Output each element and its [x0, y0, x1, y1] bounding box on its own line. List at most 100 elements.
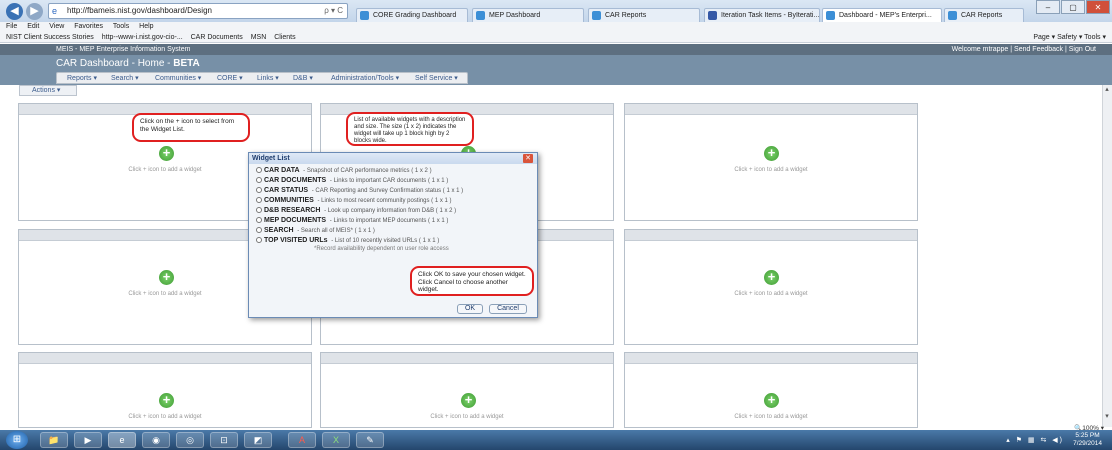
tab-icon: [826, 11, 835, 20]
forward-button[interactable]: ▶: [26, 3, 43, 20]
tab-car-reports[interactable]: CAR Reports: [588, 8, 700, 22]
media-player-icon[interactable]: ▶: [74, 432, 102, 448]
callout-plus-help: Click on the + icon to select from the W…: [132, 113, 250, 142]
radio-button[interactable]: [256, 237, 262, 243]
outlook-icon[interactable]: ◩: [244, 432, 272, 448]
widget-option-car-documents[interactable]: CAR DOCUMENTS - Links to important CAR d…: [256, 176, 448, 186]
user-links[interactable]: Welcome mtrappe | Send Feedback | Sign O…: [952, 44, 1096, 55]
internet-explorer-icon[interactable]: e: [108, 432, 136, 448]
tab-icon: [476, 11, 485, 20]
nav-dnb[interactable]: D&B ▾: [293, 73, 313, 84]
widget-option-car-status[interactable]: CAR STATUS - CAR Reporting and Survey Co…: [256, 186, 463, 196]
add-widget-icon[interactable]: +: [764, 146, 779, 161]
nav-communities[interactable]: Communities ▾: [155, 73, 201, 84]
menu-help[interactable]: Help: [139, 23, 153, 30]
actions-dropdown[interactable]: Actions ▾: [19, 85, 77, 96]
nav-admin-tools[interactable]: Administration/Tools ▾: [331, 73, 399, 84]
scroll-up-icon[interactable]: ▴: [1103, 86, 1111, 94]
widget-option-communities[interactable]: COMMUNITIES - Links to most recent commu…: [256, 196, 452, 206]
excel-icon[interactable]: X: [322, 432, 350, 448]
favorite-link[interactable]: MSN: [251, 34, 267, 41]
tab-icon: [592, 11, 601, 20]
ie-logo-icon: e: [52, 6, 58, 16]
add-widget-hint: Click + icon to add a widget: [734, 291, 808, 297]
tab-core-grading[interactable]: CORE Grading Dashboard: [356, 8, 468, 22]
radio-button[interactable]: [256, 197, 262, 203]
minimize-button[interactable]: –: [1036, 0, 1060, 14]
address-controls[interactable]: ρ ▾ C: [324, 4, 343, 18]
widget-option-search[interactable]: SEARCH - Search all of MEIS* ( 1 x 1 ): [256, 226, 375, 236]
widget-header: [625, 353, 917, 364]
radio-button[interactable]: [256, 227, 262, 233]
radio-button[interactable]: [256, 217, 262, 223]
chrome-icon[interactable]: ◉: [142, 432, 170, 448]
dialog-title: Widget List: [249, 153, 537, 164]
menu-tools[interactable]: Tools: [113, 23, 129, 30]
favorite-link[interactable]: http--www-i.nist.gov-cio-...: [102, 34, 183, 41]
nav-search[interactable]: Search ▾: [111, 73, 139, 84]
favorite-link[interactable]: Clients: [274, 34, 295, 41]
widget-option-mep-documents[interactable]: MEP DOCUMENTS - Links to important MEP d…: [256, 216, 448, 226]
widget-option-car-data[interactable]: CAR DATA - Snapshot of CAR performance m…: [256, 166, 432, 176]
paint-icon[interactable]: ✎: [356, 432, 384, 448]
add-widget-icon[interactable]: +: [764, 270, 779, 285]
ok-button[interactable]: OK: [457, 304, 483, 314]
nav-links[interactable]: Links ▾: [257, 73, 279, 84]
tab-mep-dashboard[interactable]: MEP Dashboard: [472, 8, 584, 22]
widget-slot: + Click + icon to add a widget: [624, 352, 918, 428]
cancel-button[interactable]: Cancel: [489, 304, 527, 314]
add-widget-icon[interactable]: +: [159, 270, 174, 285]
nav-core[interactable]: CORE ▾: [217, 73, 243, 84]
close-icon: ✕: [525, 155, 531, 162]
add-widget-icon[interactable]: +: [159, 146, 174, 161]
ie-command-bar[interactable]: Page ▾ Safety ▾ Tools ▾: [1033, 32, 1106, 43]
address-bar[interactable]: e http://fbameis.nist.gov/dashboard/Desi…: [48, 3, 348, 19]
menu-favorites[interactable]: Favorites: [74, 23, 103, 30]
radio-button[interactable]: [256, 167, 262, 173]
add-widget-icon[interactable]: +: [764, 393, 779, 408]
firefox-icon[interactable]: ◎: [176, 432, 204, 448]
widget-slot: + Click + icon to add a widget: [624, 229, 918, 345]
system-tray[interactable]: ▴ ⚑ ▦ ⇆ ◀): [1006, 436, 1064, 444]
forward-icon: ▶: [30, 5, 39, 17]
add-widget-icon[interactable]: +: [461, 393, 476, 408]
minimize-icon: –: [1045, 3, 1051, 12]
explorer-icon[interactable]: 📁: [40, 432, 68, 448]
acrobat-icon[interactable]: A: [288, 432, 316, 448]
back-icon: ◀: [10, 5, 19, 17]
nav-self-service[interactable]: Self Service ▾: [415, 73, 458, 84]
widget-slot: + Click + icon to add a widget: [624, 103, 918, 221]
tab-iteration-task-items[interactable]: Iteration Task Items - ByIterati...: [704, 8, 820, 22]
taskbar-clock[interactable]: 5:25 PM 7/29/2014: [1073, 432, 1102, 448]
remote-desktop-icon[interactable]: ⊡: [210, 432, 238, 448]
scroll-down-icon[interactable]: ▾: [1103, 413, 1111, 421]
widget-option-dnb-research[interactable]: D&B RESEARCH - Look up company informati…: [256, 206, 456, 216]
add-widget-hint: Click + icon to add a widget: [128, 414, 202, 420]
page-scrollbar[interactable]: [1102, 85, 1112, 427]
widget-option-top-visited-urls[interactable]: TOP VISITED URLs - List of 10 recently v…: [256, 236, 439, 246]
menu-edit[interactable]: Edit: [27, 23, 39, 30]
dialog-close-button[interactable]: ✕: [523, 154, 533, 163]
widget-header: [625, 230, 917, 241]
menu-view[interactable]: View: [49, 23, 64, 30]
close-window-button[interactable]: ✕: [1086, 0, 1110, 14]
favorite-link[interactable]: CAR Documents: [191, 34, 243, 41]
maximize-button[interactable]: ▢: [1061, 0, 1085, 14]
back-button[interactable]: ◀: [6, 3, 23, 20]
radio-button[interactable]: [256, 207, 262, 213]
add-widget-icon[interactable]: +: [159, 393, 174, 408]
start-button[interactable]: ⊞: [6, 431, 28, 449]
nav-reports[interactable]: Reports ▾: [67, 73, 97, 84]
menu-file[interactable]: File: [6, 23, 17, 30]
widget-header: [321, 353, 613, 364]
radio-button[interactable]: [256, 177, 262, 183]
widget-slot: + Click + icon to add a widget: [320, 352, 614, 428]
meis-bar: MEIS - MEP Enterprise Information System: [0, 44, 1112, 55]
clock-date: 7/29/2014: [1073, 440, 1102, 447]
tab-car-reports-2[interactable]: CAR Reports: [944, 8, 1024, 22]
radio-button[interactable]: [256, 187, 262, 193]
page-title: CAR Dashboard - Home - BETA: [56, 58, 200, 69]
tab-dashboard-active[interactable]: Dashboard - MEP's Enterpri...: [822, 8, 942, 23]
favorite-link[interactable]: NIST Client Success Stories: [6, 34, 94, 41]
maximize-icon: ▢: [1069, 3, 1077, 12]
